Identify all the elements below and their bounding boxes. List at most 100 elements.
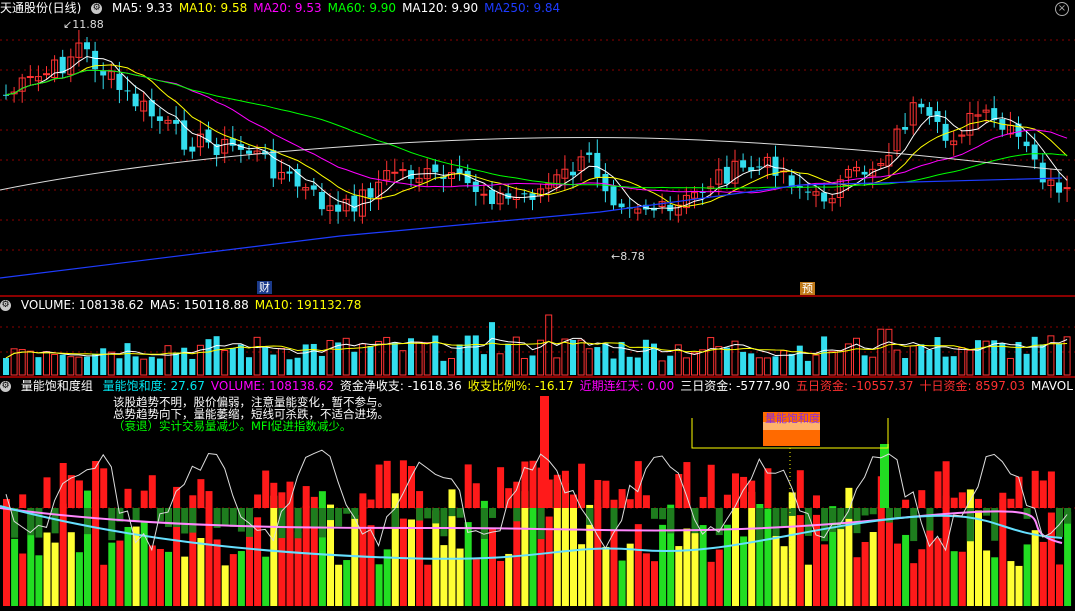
candle-body <box>156 116 163 121</box>
flow-bar <box>1015 476 1023 508</box>
volume-bar <box>545 314 553 376</box>
saturation-bar <box>1047 512 1055 606</box>
flow-bar <box>302 486 310 508</box>
analysis-notes: 该股趋势不明，股价偏弱，注意量能变化，暂不参与。 总势趋势向下，量能萎缩，短线可杀… <box>113 396 389 432</box>
flow-bar <box>497 467 505 508</box>
saturation-bar <box>740 536 748 606</box>
saturation-bar <box>1023 544 1031 606</box>
saturation-bar <box>399 518 407 606</box>
analysis-note-2: （衰退）实计交易量减少。MFI促进指数减少。 <box>113 419 352 433</box>
ma20-line <box>5 69 1068 194</box>
saturation-bar <box>918 549 926 606</box>
candle-body <box>1023 141 1030 147</box>
flow-bar <box>675 474 683 508</box>
candle-body <box>1015 123 1022 137</box>
saturation-bar <box>651 561 658 606</box>
volume-bar <box>618 341 625 375</box>
saturation-bar <box>845 487 853 606</box>
saturation-bar <box>221 565 229 606</box>
volume-indicator-0: VOLUME: 108138.62 <box>20 298 144 312</box>
saturation-bar <box>181 556 189 606</box>
saturation-bar <box>1039 541 1047 606</box>
settings-icon[interactable]: ⚙ <box>0 381 11 392</box>
flow-bar <box>132 508 140 521</box>
flow-bar <box>148 475 156 508</box>
flow-bar <box>910 508 918 542</box>
volume-panel[interactable]: ⚙ VOLUME: 108138.62 MA5: 150118.88 MA10: 1… <box>0 297 1075 377</box>
saturation-bar <box>173 486 181 606</box>
price-indicator-4: MA120: 9.90 <box>402 1 479 15</box>
high-price-label: ↙11.88 <box>63 18 104 31</box>
price-panel[interactable]: 天通股份(日线) ⚙ MA5: 9.33 MA10: 9.58 MA20: 9.53… <box>0 0 1075 296</box>
flow-bar <box>699 496 707 508</box>
saturation-bar <box>116 540 124 606</box>
candle-body <box>926 107 933 116</box>
volume-bar <box>132 356 139 375</box>
flow-bar <box>189 508 197 533</box>
price-indicator-1: MA10: 9.58 <box>178 1 248 15</box>
saturation-bar <box>448 489 456 606</box>
volume-bar <box>828 351 836 376</box>
candle-body <box>594 152 601 178</box>
flow-bar <box>327 508 334 521</box>
flow-bar <box>246 508 253 537</box>
volume-bar <box>84 356 90 375</box>
volume-bar <box>116 358 123 375</box>
volume-bar <box>861 355 868 375</box>
volume-bar <box>1039 344 1046 375</box>
candle-body <box>1063 187 1071 190</box>
volume-bar <box>682 357 690 376</box>
flow-bar <box>335 508 343 527</box>
volume-bar <box>262 347 269 375</box>
volume-bar <box>399 350 407 376</box>
candle-body <box>918 103 925 108</box>
candlestick-chart[interactable] <box>0 0 1075 296</box>
volume-bar <box>772 356 779 375</box>
volume-bar <box>43 351 50 376</box>
candle-body <box>521 193 528 195</box>
flow-bar <box>602 480 610 508</box>
flow-bar <box>537 508 545 540</box>
candle-body <box>318 191 325 210</box>
flow-bar <box>1047 471 1055 508</box>
volume-bar <box>310 343 317 375</box>
saturation-bar <box>1031 530 1039 606</box>
stock-title[interactable]: 天通股份(日线) <box>0 1 81 15</box>
flow-bar <box>853 508 861 534</box>
volume-bar <box>391 342 398 375</box>
volume-bar <box>594 347 601 375</box>
saturation-bar <box>602 546 610 606</box>
low-price-text: 8.78 <box>620 250 645 263</box>
volume-bar <box>553 357 561 376</box>
saturation-indicator-3: 收支比例%: -16.17 <box>467 379 574 393</box>
volume-bar <box>966 349 974 376</box>
flow-bar <box>448 508 456 517</box>
flow-bar <box>975 498 982 508</box>
volume-bar <box>505 343 512 375</box>
saturation-bar <box>934 538 942 606</box>
volume-bar <box>302 344 309 375</box>
forecast-tag[interactable]: 预 <box>800 282 815 295</box>
saturation-bar <box>634 524 642 606</box>
saturation-bar <box>237 551 245 606</box>
flow-bar <box>740 476 748 508</box>
saturation-indicator-0: 量能饱和度: 27.67 <box>102 379 205 393</box>
settings-icon[interactable]: ⚙ <box>0 300 11 311</box>
volume-bar <box>205 339 212 375</box>
flow-bar <box>869 508 877 515</box>
volume-bar <box>1063 336 1071 376</box>
finance-tag[interactable]: 财 <box>257 281 272 294</box>
settings-icon[interactable]: ⚙ <box>91 3 103 14</box>
candle-body <box>173 120 180 124</box>
flow-bar <box>723 494 731 508</box>
volume-bar <box>1047 335 1055 376</box>
saturation-bar <box>213 539 221 606</box>
candle-body <box>472 181 479 192</box>
candle-body <box>286 171 293 174</box>
volume-bar <box>642 339 649 375</box>
saturation-bar <box>408 519 415 606</box>
saturation-bar <box>983 550 991 606</box>
saturation-bar <box>205 496 213 606</box>
candle-body <box>1056 182 1062 193</box>
saturation-bar <box>43 532 51 606</box>
